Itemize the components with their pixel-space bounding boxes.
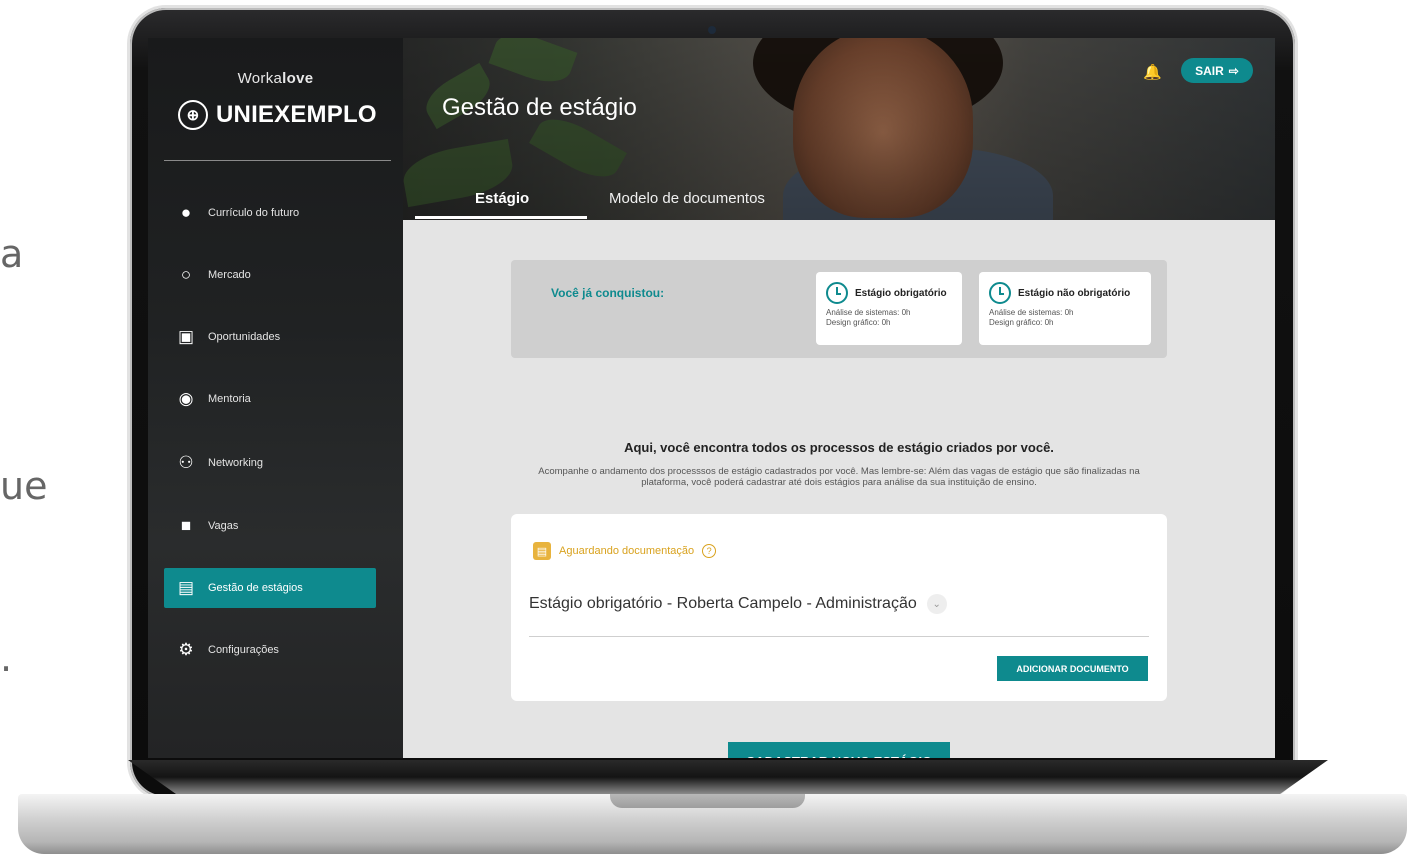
- achievement-hours: Análise de sistemas: 0h: [826, 308, 911, 317]
- add-document-button[interactable]: ADICIONAR DOCUMENTO: [997, 656, 1148, 681]
- clock-icon: [989, 282, 1011, 304]
- cast-icon: ▣: [177, 327, 195, 346]
- process-card: ▤ Aguardando documentação ? Estágio obri…: [511, 514, 1167, 701]
- background-text-fragment: ue: [0, 464, 48, 508]
- sidebar-item-gestao-estagios[interactable]: ▤ Gestão de estágios: [164, 568, 376, 608]
- sidebar-item-label: Networking: [208, 457, 264, 469]
- people-icon: ⚇: [178, 453, 194, 472]
- process-title[interactable]: Estágio obrigatório - Roberta Campelo - …: [529, 594, 947, 614]
- sidebar-item-configuracoes[interactable]: ⚙ Configurações: [164, 630, 376, 670]
- process-name: Estágio obrigatório - Roberta Campelo - …: [529, 595, 917, 612]
- keyboard-edge: [128, 760, 1328, 794]
- sidebar-item-label: Vagas: [208, 520, 239, 532]
- sidebar-item-label: Gestão de estágios: [208, 582, 303, 594]
- document-pending-icon: ▤: [533, 542, 551, 560]
- achievement-card: Estágio não obrigatório Análise de siste…: [979, 272, 1151, 345]
- sidebar-item-mentoria[interactable]: ◉ Mentoria: [164, 379, 376, 419]
- intro-title: Aqui, você encontra todos os processos d…: [624, 440, 1054, 455]
- sidebar: Workalove ⊕ UNIEXEMPLO ● Currículo do fu…: [148, 38, 403, 758]
- achievements-panel: Você já conquistou: Estágio obrigatório …: [511, 260, 1167, 358]
- tab-estagio[interactable]: Estágio: [475, 190, 529, 207]
- brand-logo-text: Workalove: [237, 70, 314, 87]
- briefcase-icon: ■: [180, 516, 192, 535]
- chat-icon: ◉: [178, 389, 194, 408]
- active-tab-indicator: [415, 216, 587, 219]
- page-title: Gestão de estágio: [442, 94, 637, 121]
- main-content: Você já conquistou: Estágio obrigatório …: [403, 220, 1275, 758]
- achievement-title: Estágio não obrigatório: [1018, 287, 1131, 299]
- achievement-card: Estágio obrigatório Análise de sistemas:…: [816, 272, 962, 345]
- chevron-down-icon[interactable]: ⌄: [926, 594, 947, 614]
- sidebar-item-label: Mentoria: [208, 393, 251, 405]
- sidebar-item-vagas[interactable]: ■ Vagas: [164, 506, 376, 546]
- clock-icon: [826, 282, 848, 304]
- tab-modelo-documentos[interactable]: Modelo de documentos: [609, 190, 765, 207]
- status-label: Aguardando documentação: [559, 545, 695, 557]
- hero-header: Gestão de estágio 🔔 SAIR ⇨ Estágio Model…: [403, 38, 1275, 220]
- trackpad-notch: [610, 794, 805, 808]
- achievement-hours: Análise de sistemas: 0h: [989, 308, 1074, 317]
- sidebar-item-oportunidades[interactable]: ▣ Oportunidades: [164, 317, 376, 357]
- logout-label: SAIR: [1195, 63, 1224, 78]
- sidebar-item-label: Configurações: [208, 644, 279, 656]
- gear-icon: ⚙: [178, 640, 194, 659]
- sidebar-item-label: Oportunidades: [208, 331, 281, 343]
- bell-icon[interactable]: 🔔: [1143, 63, 1162, 81]
- divider: [529, 636, 1149, 637]
- institution-name: UNIEXEMPLO: [216, 101, 377, 128]
- document-icon: ▤: [177, 578, 195, 597]
- sidebar-item-label: Mercado: [208, 269, 251, 281]
- sidebar-item-label: Currículo do futuro: [208, 207, 300, 219]
- intro-description: Acompanhe o andamento dos processsos de …: [538, 466, 1140, 488]
- background-text-fragment: a: [0, 232, 24, 276]
- sidebar-item-curriculo[interactable]: ● Currículo do futuro: [164, 193, 376, 233]
- new-stage-button[interactable]: CADASTRAR NOVO ESTÁGIO: [728, 742, 950, 758]
- institution-logo: ⊕ UNIEXEMPLO: [178, 100, 377, 130]
- achievement-hours: Design gráfico: 0h: [989, 318, 1054, 327]
- laptop-base: [18, 760, 1407, 867]
- user-circle-icon: ●: [180, 203, 192, 222]
- achievement-title: Estágio obrigatório: [855, 287, 947, 299]
- background-text-fragment: .: [0, 636, 13, 680]
- logout-icon: ⇨: [1228, 63, 1239, 78]
- status-badge: ▤ Aguardando documentação ?: [533, 542, 717, 560]
- camera-icon: [708, 26, 716, 34]
- search-icon: ○: [180, 265, 192, 284]
- logout-button[interactable]: SAIR ⇨: [1181, 58, 1253, 83]
- sidebar-item-mercado[interactable]: ○ Mercado: [164, 255, 376, 295]
- achievement-hours: Design gráfico: 0h: [826, 318, 891, 327]
- divider: [164, 160, 391, 161]
- achievements-label: Você já conquistou:: [551, 286, 665, 300]
- help-icon[interactable]: ?: [702, 544, 717, 558]
- sidebar-item-networking[interactable]: ⚇ Networking: [164, 443, 376, 483]
- app-screen: Workalove ⊕ UNIEXEMPLO ● Currículo do fu…: [148, 38, 1275, 758]
- seal-icon: ⊕: [178, 100, 208, 130]
